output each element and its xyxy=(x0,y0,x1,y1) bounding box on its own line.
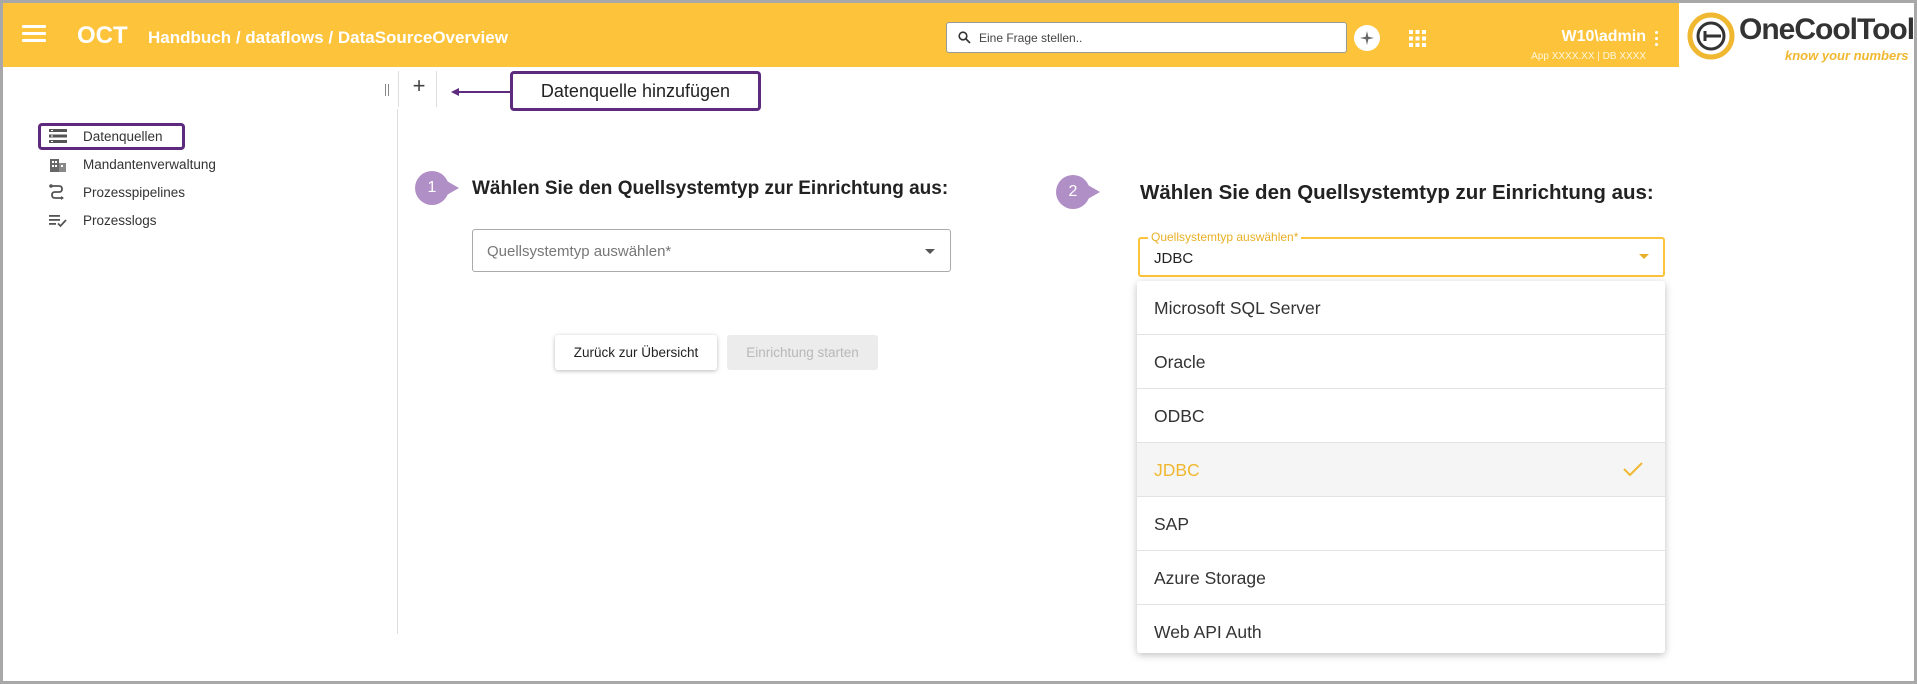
select-value: JDBC xyxy=(1154,250,1194,267)
building-icon xyxy=(50,159,66,172)
step1-title: Wählen Sie den Quellsystemtyp zur Einric… xyxy=(472,178,949,199)
search-box[interactable] xyxy=(946,22,1347,53)
panel-resize-handle[interactable] xyxy=(385,83,391,96)
apps-grid-icon[interactable] xyxy=(1409,30,1426,47)
sidebar-item-prozesslogs[interactable]: Prozesslogs xyxy=(49,208,157,232)
option-mssql[interactable]: Microsoft SQL Server xyxy=(1137,281,1665,335)
app-version-info: App XXXX.XX | DB XXXX xyxy=(1531,51,1646,62)
logo-mark-icon xyxy=(1687,12,1735,60)
annotation-callout: Datenquelle hinzufügen xyxy=(510,71,761,111)
sidebar-item-label: Mandantenverwaltung xyxy=(83,156,216,172)
option-oracle[interactable]: Oracle xyxy=(1137,335,1665,389)
back-to-overview-button[interactable]: Zurück zur Übersicht xyxy=(555,335,717,370)
list-icon xyxy=(49,129,67,143)
search-input[interactable] xyxy=(979,29,1339,47)
sidebar-item-mandantenverwaltung[interactable]: Mandantenverwaltung xyxy=(49,152,216,176)
option-sap[interactable]: SAP xyxy=(1137,497,1665,551)
sidebar-item-label: Datenquellen xyxy=(83,128,163,144)
option-web-api-auth[interactable]: Web API Auth xyxy=(1137,605,1665,659)
select-placeholder: Quellsystemtyp auswählen* xyxy=(487,243,672,260)
step2-title: Wählen Sie den Quellsystemtyp zur Einric… xyxy=(1140,181,1654,204)
option-azure-storage[interactable]: Azure Storage xyxy=(1137,551,1665,605)
breadcrumb: Handbuch / dataflows / DataSourceOvervie… xyxy=(148,28,508,47)
user-name[interactable]: W10\admin xyxy=(1503,28,1646,46)
search-icon xyxy=(958,31,971,44)
app-window: OCT Handbuch / dataflows / DataSourceOve… xyxy=(0,0,1917,684)
option-odbc[interactable]: ODBC xyxy=(1137,389,1665,443)
source-type-select-open[interactable]: Quellsystemtyp auswählen* JDBC xyxy=(1138,230,1665,277)
log-list-icon xyxy=(49,215,67,228)
source-type-dropdown: Microsoft SQL Server Oracle ODBC JDBC SA… xyxy=(1137,281,1665,653)
option-jdbc[interactable]: JDBC xyxy=(1137,443,1665,497)
select-floating-label: Quellsystemtyp auswählen* xyxy=(1148,230,1302,244)
chevron-down-icon xyxy=(1639,254,1649,259)
pipeline-icon xyxy=(49,184,64,200)
sidebar-item-label: Prozesspipelines xyxy=(83,184,186,200)
toolbar-divider xyxy=(398,71,399,107)
sidebar-item-prozesspipelines[interactable]: Prozesspipelines xyxy=(49,180,185,204)
source-type-select[interactable]: Quellsystemtyp auswählen* xyxy=(472,229,951,272)
top-bar: OCT Handbuch / dataflows / DataSourceOve… xyxy=(3,3,1679,67)
toolbar-divider xyxy=(436,71,437,107)
more-vert-icon[interactable] xyxy=(1653,31,1659,47)
step-badge-2: 2 xyxy=(1056,175,1108,209)
sparkle-icon xyxy=(1360,31,1374,45)
toolbar: + Datenquelle hinzufügen xyxy=(3,67,1914,111)
brand-logo: OneCoolTool know your numbers xyxy=(1679,3,1915,69)
logo-tagline: know your numbers xyxy=(1785,48,1909,63)
sidebar-item-label: Prozesslogs xyxy=(83,212,157,228)
start-setup-button: Einrichtung starten xyxy=(727,335,878,370)
sidebar-divider xyxy=(397,109,398,634)
menu-icon[interactable] xyxy=(22,25,46,43)
check-icon xyxy=(1623,462,1643,477)
app-abbreviation[interactable]: OCT xyxy=(77,22,128,50)
add-datasource-button[interactable]: + xyxy=(407,75,431,99)
annotation-arrow xyxy=(455,91,511,93)
sidebar-item-datenquellen[interactable]: Datenquellen xyxy=(49,124,163,148)
logo-brand-text: OneCoolTool xyxy=(1739,13,1915,46)
step-badge-1: 1 xyxy=(415,171,467,205)
chevron-down-icon xyxy=(925,249,935,254)
ai-assistant-button[interactable] xyxy=(1354,25,1380,51)
